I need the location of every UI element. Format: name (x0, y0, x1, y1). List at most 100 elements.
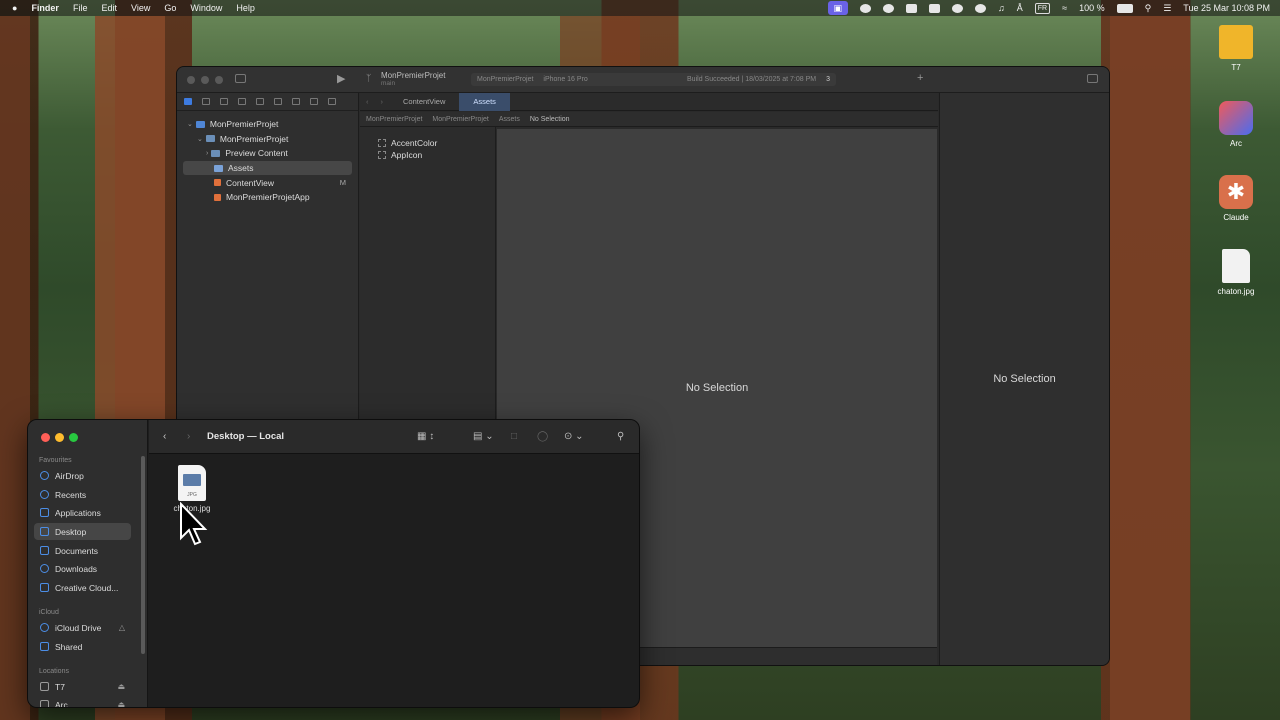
input-source[interactable]: FR (1034, 2, 1051, 14)
test-nav-icon[interactable] (274, 98, 282, 105)
sidebar-item-t7[interactable]: T7 ⏏ (34, 678, 131, 695)
warnings-count[interactable]: 3 (826, 76, 830, 83)
editor-placeholder: No Selection (685, 382, 749, 394)
tree-item-group[interactable]: ⌄ MonPremierProjet (177, 132, 358, 147)
jump-group[interactable]: MonPremierProjet (432, 116, 488, 123)
forward-icon[interactable]: › (375, 97, 390, 106)
add-icon[interactable]: + (917, 72, 923, 84)
report-nav-icon[interactable] (328, 98, 336, 105)
search-icon[interactable]: ⚲ (617, 431, 624, 442)
app-status-icon[interactable] (929, 3, 941, 13)
menu-help[interactable]: Help (236, 3, 255, 13)
jump-selection[interactable]: No Selection (530, 116, 570, 123)
zoom-button[interactable] (215, 76, 223, 84)
sidebar-item-recents[interactable]: Recents (34, 486, 131, 503)
volume-icon[interactable]: ♫ (998, 3, 1005, 13)
circle-icon[interactable] (975, 3, 987, 13)
brightness-icon[interactable] (860, 3, 872, 13)
section-icloud: iCloud (39, 609, 59, 616)
debug-nav-icon[interactable] (292, 98, 300, 105)
menu-app-name[interactable]: Finder (31, 3, 59, 13)
tab-contentview[interactable]: ContentView (389, 93, 459, 111)
asset-item-accentcolor[interactable]: AccentColor (378, 137, 495, 149)
view-mode-icon[interactable]: ▦ ↕ (417, 431, 434, 442)
menu-file[interactable]: File (73, 3, 88, 13)
sidebar-item-creative-cloud[interactable]: Creative Cloud... (34, 579, 131, 596)
desktop-item-arc[interactable]: Arc (1210, 101, 1262, 148)
project-title[interactable]: MonPremierProjet (381, 71, 445, 80)
sidebar-item-documents[interactable]: Documents (34, 542, 131, 559)
menu-go[interactable]: Go (164, 3, 176, 13)
sidebar-item-downloads[interactable]: Downloads (34, 560, 131, 577)
status-icon[interactable] (883, 3, 895, 13)
shared-folder-icon (40, 642, 49, 651)
control-center-icon[interactable]: ☰ (1163, 3, 1171, 14)
branch-label: main (381, 80, 396, 87)
tree-item-app[interactable]: MonPremierProjetApp (177, 190, 358, 205)
spotlight-icon[interactable]: ⚲ (1145, 3, 1152, 14)
close-button[interactable] (187, 76, 195, 84)
tree-item-contentview[interactable]: ContentView M (177, 175, 358, 190)
tag-icon[interactable]: ◯ (537, 431, 548, 442)
grammarly-icon[interactable] (952, 3, 964, 13)
jump-project[interactable]: MonPremierProjet (366, 116, 422, 123)
tab-assets[interactable]: Assets (459, 92, 510, 111)
swift-file-icon (214, 179, 221, 187)
sidebar-item-shared[interactable]: Shared (34, 638, 131, 655)
share-icon[interactable]: □ (511, 431, 517, 442)
menu-edit[interactable]: Edit (101, 3, 117, 13)
sidebar-item-arc[interactable]: Arc ⏏ (34, 696, 131, 707)
xcode-toolbar: ▶ ᛉ MonPremierProjet main MonPremierProj… (177, 67, 1109, 93)
sidebar-scrollbar[interactable] (141, 456, 145, 654)
zoom-button[interactable] (69, 433, 78, 442)
scheme-selector[interactable]: MonPremierProjet iPhone 16 Pro Build Suc… (471, 73, 836, 86)
clock[interactable]: Tue 25 Mar 10:08 PM (1183, 3, 1270, 13)
wifi-icon[interactable]: ≈ (1062, 3, 1067, 13)
tree-item-assets[interactable]: Assets (183, 160, 352, 176)
inspector-toggle-icon[interactable] (1087, 74, 1098, 83)
scheme-name[interactable]: MonPremierProjet (477, 76, 533, 83)
close-button[interactable] (41, 433, 50, 442)
breakpoint-nav-icon[interactable] (310, 98, 318, 105)
apple-menu-icon[interactable]: ● (12, 3, 17, 13)
source-control-nav-icon[interactable] (202, 98, 210, 105)
finder-window: Favourites AirDrop Recents Applications … (27, 419, 640, 708)
bookmark-nav-icon[interactable] (220, 98, 228, 105)
tree-item-project[interactable]: ⌄ MonPremierProjet (177, 117, 358, 132)
sync-icon[interactable] (906, 3, 918, 13)
minimize-button[interactable] (55, 433, 64, 442)
back-icon[interactable]: ‹ (360, 97, 375, 106)
folder-nav-icon[interactable] (184, 98, 192, 105)
tree-item-preview-content[interactable]: › Preview Content (177, 146, 358, 161)
sidebar-item-airdrop[interactable]: AirDrop (34, 467, 131, 484)
sidebar-item-applications[interactable]: Applications (34, 504, 131, 521)
sidebar-item-desktop[interactable]: Desktop (34, 523, 131, 540)
more-actions-icon[interactable]: ⊙ ⌄ (564, 431, 584, 442)
airdrop-icon (40, 471, 49, 480)
menu-window[interactable]: Window (190, 3, 222, 13)
external-drive-icon (1219, 25, 1253, 59)
desktop-item-claude[interactable]: ✱ Claude (1210, 175, 1262, 222)
eject-icon[interactable]: ⏏ (117, 700, 125, 707)
drive-icon (40, 700, 49, 707)
desktop-item-chaton[interactable]: chaton.jpg (1210, 249, 1262, 296)
group-icon[interactable]: ▤ ⌄ (473, 431, 494, 442)
forward-icon[interactable]: › (187, 431, 190, 442)
battery-label[interactable]: 100 % (1079, 3, 1105, 13)
desktop-item-t7[interactable]: T7 (1210, 25, 1262, 72)
find-nav-icon[interactable] (238, 98, 246, 105)
minimize-button[interactable] (201, 76, 209, 84)
sidebar-toggle-icon[interactable] (235, 74, 246, 83)
device-name[interactable]: iPhone 16 Pro (543, 76, 587, 83)
sidebar-item-icloud-drive[interactable]: iCloud Drive △ (34, 619, 131, 636)
asset-item-appicon[interactable]: AppIcon (378, 149, 495, 161)
bluetooth-icon[interactable]: Å (1017, 3, 1023, 13)
menu-view[interactable]: View (131, 3, 150, 13)
jump-assets[interactable]: Assets (499, 116, 520, 123)
battery-icon[interactable] (1116, 3, 1133, 13)
eject-icon[interactable]: ⏏ (117, 682, 125, 691)
back-icon[interactable]: ‹ (163, 431, 166, 442)
run-icon[interactable]: ▶ (337, 72, 345, 85)
issue-nav-icon[interactable] (256, 98, 264, 105)
screen-recording-icon[interactable]: ▣ (827, 1, 849, 15)
